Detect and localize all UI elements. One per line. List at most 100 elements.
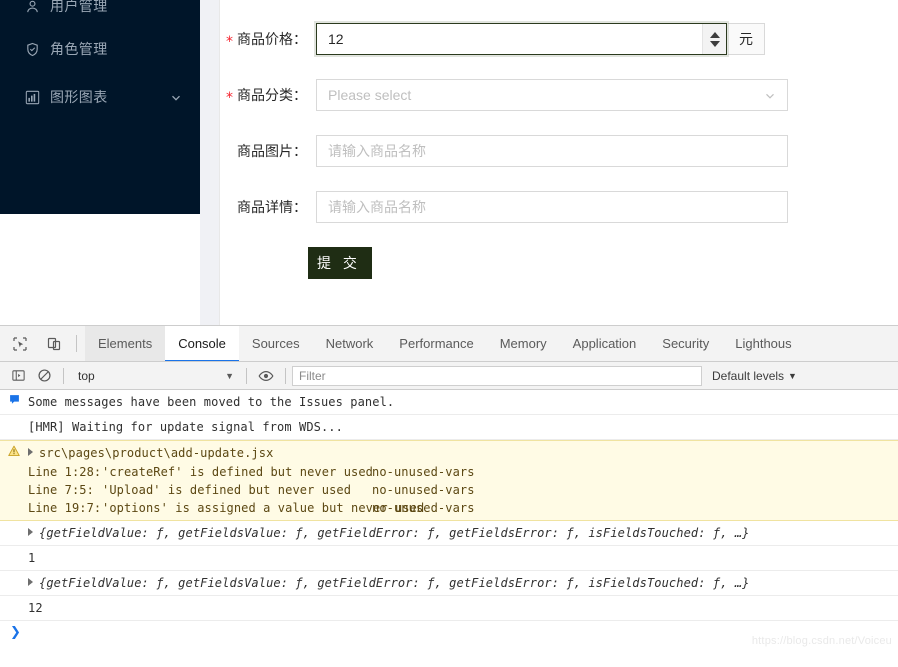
object-preview: {getFieldValue: ƒ, getFieldsValue: ƒ, ge… <box>28 574 898 592</box>
console-prompt[interactable]: ❯ <box>0 621 898 644</box>
expand-arrow-icon[interactable] <box>28 448 33 456</box>
warning-line-position: Line 1:28: <box>28 465 102 479</box>
detail-input[interactable] <box>316 191 788 223</box>
warning-triangle-icon <box>0 444 28 457</box>
submit-button[interactable]: 提 交 <box>308 247 372 279</box>
form-row-price: * 商品价格： 12 元 <box>220 23 898 55</box>
toolbar-divider <box>285 367 286 384</box>
category-select[interactable]: Please select <box>316 79 788 111</box>
required-marker: * <box>226 90 233 106</box>
console-message-warning[interactable]: src\pages\product\add-update.jsx Line 1:2… <box>0 440 898 521</box>
toolbar-divider <box>63 367 64 384</box>
expand-arrow-icon[interactable] <box>28 528 33 536</box>
tab-elements[interactable]: Elements <box>85 326 166 361</box>
warning-line: Line 1:28:'createRef' is defined but nev… <box>28 463 898 481</box>
console-message-text: 12 <box>28 601 43 615</box>
console-sidebar-toggle-icon[interactable] <box>5 364 31 388</box>
console-toolbar: top ▼ Default levels ▼ <box>0 362 898 390</box>
price-input-value: 12 <box>328 31 344 47</box>
console-message-list[interactable]: Some messages have been moved to the Iss… <box>0 390 898 667</box>
page-content: * 商品价格： 12 元 * 商品分类： Please select 商品图片：… <box>220 0 898 325</box>
object-preview-text: {getFieldValue: ƒ, getFieldsValue: ƒ, ge… <box>39 576 750 590</box>
execution-context-select[interactable]: top ▼ <box>70 365 240 387</box>
sidebar-item-user-management[interactable]: 用户管理 <box>0 0 200 26</box>
bar-chart-icon <box>24 89 40 105</box>
object-preview-text: {getFieldValue: ƒ, getFieldsValue: ƒ, ge… <box>39 526 750 540</box>
tab-security[interactable]: Security <box>649 326 722 361</box>
web-page-viewport: 用户管理 角色管理 图形图表 * 商品价格： 12 元 * 商品分类： Plea… <box>0 0 898 325</box>
number-spinner[interactable] <box>702 24 726 54</box>
sidebar-item-role-management[interactable]: 角色管理 <box>0 29 200 69</box>
tab-lighthouse[interactable]: Lighthous <box>722 326 804 361</box>
prompt-caret-icon: ❯ <box>10 625 21 640</box>
sidebar-nav: 用户管理 角色管理 图形图表 <box>0 0 200 214</box>
chevron-down-icon: ▼ <box>788 370 797 381</box>
live-expressions-eye-icon[interactable] <box>253 364 279 388</box>
console-message-text: Some messages have been moved to the Iss… <box>28 395 395 409</box>
tab-label: Sources <box>251 336 300 351</box>
sidebar-item-charts[interactable]: 图形图表 <box>0 77 200 117</box>
console-message-value[interactable]: 12 <box>0 596 898 621</box>
tab-label: Elements <box>98 336 153 351</box>
spinner-down-icon[interactable] <box>709 40 720 47</box>
required-marker: * <box>226 34 233 50</box>
form-label-text: 商品图片： <box>237 143 307 159</box>
sidebar-gutter <box>200 0 220 325</box>
tab-label: Lighthous <box>735 336 792 351</box>
image-input[interactable] <box>316 135 788 167</box>
console-message-info[interactable]: Some messages have been moved to the Iss… <box>0 390 898 415</box>
console-filter-input[interactable] <box>292 365 702 386</box>
chevron-down-icon[interactable] <box>170 91 182 103</box>
tab-label: Performance <box>399 336 474 351</box>
warning-line-message: 'Upload' is defined but never used <box>102 483 352 497</box>
console-message-text: 1 <box>28 551 36 565</box>
toolbar-divider <box>76 335 77 352</box>
warning-line-position: Line 7:5: <box>28 483 94 497</box>
inspect-element-icon[interactable] <box>6 330 34 358</box>
message-gutter <box>0 574 28 575</box>
warning-line-message: 'createRef' is defined but never used <box>102 465 374 479</box>
chevron-down-icon: ▼ <box>225 370 234 381</box>
toggle-device-toolbar-icon[interactable] <box>40 330 68 358</box>
price-input-group: 12 元 <box>316 23 765 55</box>
message-gutter <box>0 524 28 525</box>
form-label-category: * 商品分类： <box>220 79 316 111</box>
tab-sources[interactable]: Sources <box>239 326 313 361</box>
price-input[interactable]: 12 <box>316 23 727 55</box>
expand-arrow-icon[interactable] <box>28 578 33 586</box>
console-message-log[interactable]: [HMR] Waiting for update signal from WDS… <box>0 415 898 440</box>
form-label-image: 商品图片： <box>220 135 316 167</box>
price-unit-addon: 元 <box>728 23 765 55</box>
console-message-object[interactable]: {getFieldValue: ƒ, getFieldsValue: ƒ, ge… <box>0 571 898 596</box>
tab-memory[interactable]: Memory <box>487 326 560 361</box>
console-message-object[interactable]: {getFieldValue: ƒ, getFieldsValue: ƒ, ge… <box>0 521 898 546</box>
chevron-down-icon[interactable] <box>764 89 776 101</box>
form-label-price: * 商品价格： <box>220 23 316 55</box>
tab-network[interactable]: Network <box>313 326 387 361</box>
warning-line-message: 'options' is assigned a value but never … <box>102 501 425 515</box>
clear-console-icon[interactable] <box>31 364 57 388</box>
warning-line-rule: no-unused-vars <box>372 501 475 515</box>
form-label-text: 商品详情： <box>237 199 307 215</box>
log-levels-select[interactable]: Default levels ▼ <box>712 369 797 383</box>
object-preview: {getFieldValue: ƒ, getFieldsValue: ƒ, ge… <box>28 524 898 542</box>
tab-label: Console <box>178 336 226 351</box>
console-message-value[interactable]: 1 <box>0 546 898 571</box>
tab-performance[interactable]: Performance <box>386 326 486 361</box>
warning-line-rule: no-unused-vars <box>372 483 475 497</box>
warning-body: src\pages\product\add-update.jsx Line 1:2… <box>28 444 898 517</box>
shield-check-icon <box>24 41 40 57</box>
app-root: 用户管理 角色管理 图形图表 * 商品价格： 12 元 * 商品分类： Plea… <box>0 0 898 658</box>
tab-label: Network <box>325 336 374 351</box>
form-label-text: 商品价格： <box>237 31 307 47</box>
tab-application[interactable]: Application <box>560 326 650 361</box>
warning-line: Line 7:5: 'Upload' is defined but never u… <box>28 481 898 499</box>
warning-file-title: src\pages\product\add-update.jsx <box>39 446 274 460</box>
tab-console[interactable]: Console <box>165 326 239 361</box>
warning-detail-lines: Line 1:28:'createRef' is defined but nev… <box>28 463 898 517</box>
toolbar-divider <box>246 367 247 384</box>
message-gutter <box>0 549 28 550</box>
console-message-text: [HMR] Waiting for update signal from WDS… <box>28 420 343 434</box>
spinner-up-icon[interactable] <box>709 31 720 38</box>
form-row-category: * 商品分类： Please select <box>220 79 898 111</box>
